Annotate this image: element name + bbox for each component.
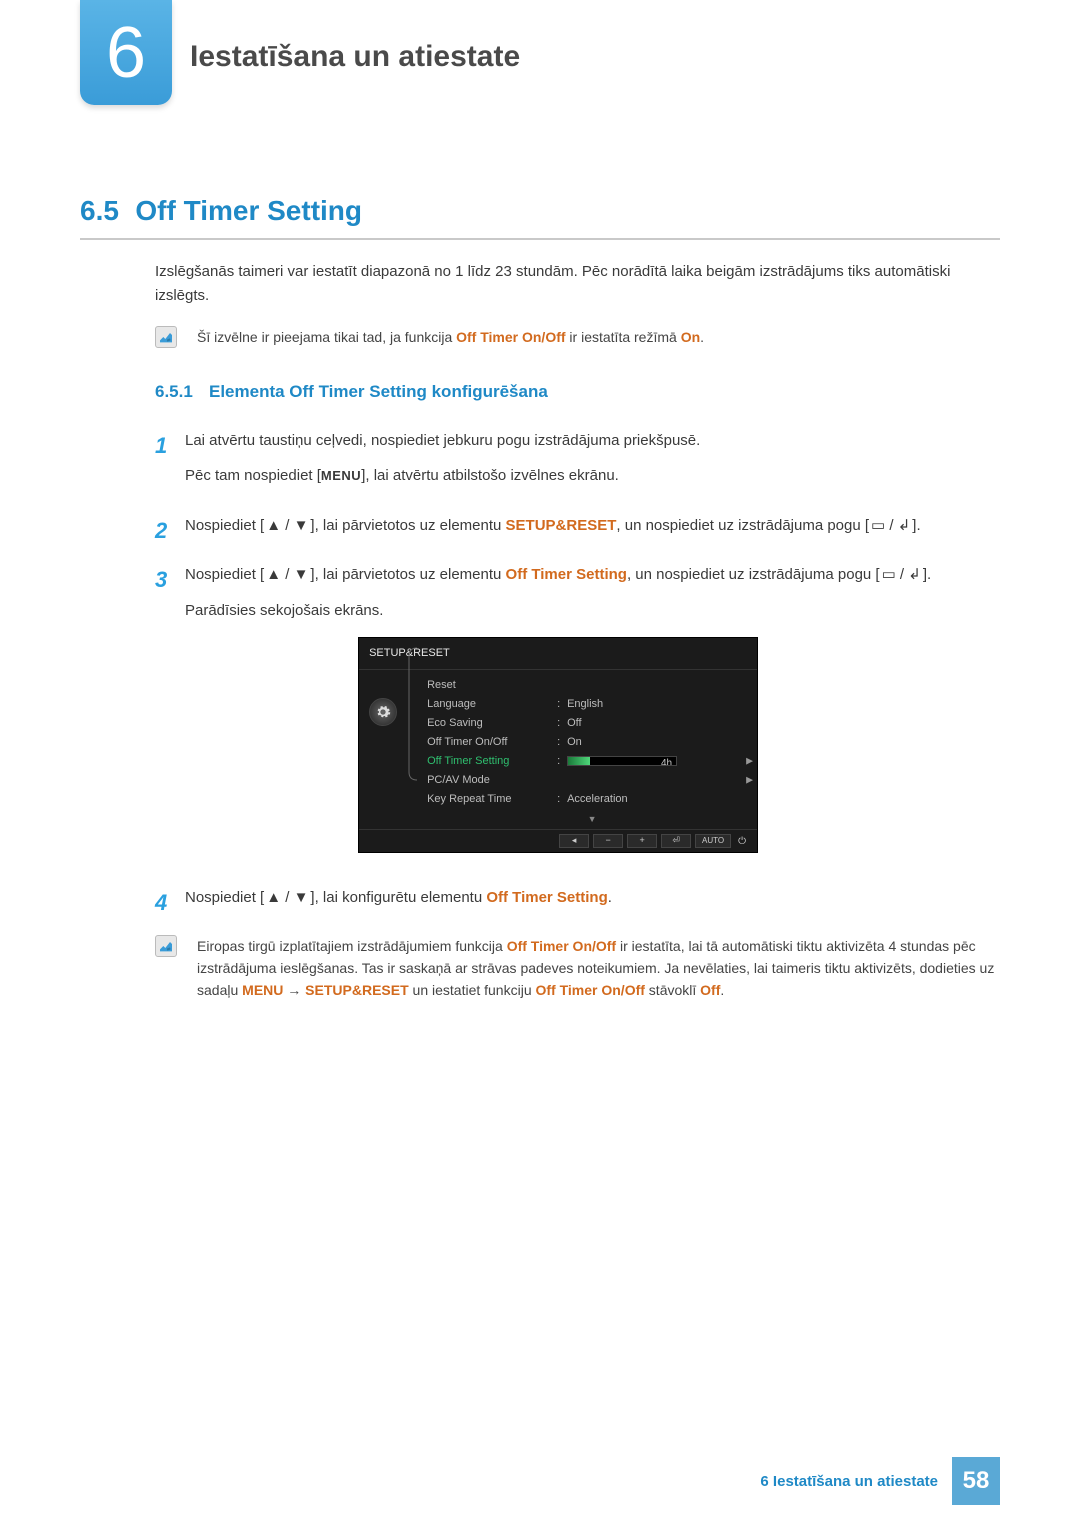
step-index: 1 <box>155 428 185 499</box>
osd-slider: 4h <box>567 756 677 766</box>
step-3: 3 Nospiediet [▲ / ▼], lai pārvietotos uz… <box>155 562 995 871</box>
menu-keyword: MENU <box>321 468 361 483</box>
osd-row: Language:English <box>427 695 757 714</box>
step-2: 2 Nospiediet [▲ / ▼], lai pārvietotos uz… <box>155 513 995 549</box>
step-index: 2 <box>155 513 185 549</box>
gear-icon <box>369 698 397 726</box>
body: Izslēgšanās taimeri var iestatīt diapazo… <box>155 260 995 1002</box>
osd-slider-fill <box>568 757 590 765</box>
step-text: Nospiediet [▲ / ▼], lai pārvietotos uz e… <box>185 562 931 871</box>
up-down-icon: ▲ / ▼ <box>264 891 310 905</box>
step-list: 1 Lai atvērtu taustiņu ceļvedi, nospiedi… <box>155 428 995 921</box>
note-availability: Šī izvēlne ir pieejama tikai tad, ja fun… <box>155 326 995 348</box>
chapter-number: 6 <box>106 17 146 89</box>
step-text: Lai atvērtu taustiņu ceļvedi, nospiediet… <box>185 428 700 499</box>
up-down-icon: ▲ / ▼ <box>264 568 310 582</box>
osd-bracket-icon <box>407 644 419 784</box>
caret-right-icon: ▶ <box>746 773 753 788</box>
osd-back-icon: ◂ <box>559 834 589 848</box>
chapter-title: Iestatīšana un atiestate <box>190 40 520 74</box>
note-text: Eiropas tirgū izplatītajiem izstrādājumi… <box>197 935 995 1002</box>
osd-screenshot: SETUP&RESET <box>358 637 758 853</box>
footer-chapter: 6 Iestatīšana un atiestate <box>760 1473 938 1490</box>
enter-source-icon: ▭ / ↲ <box>869 519 912 533</box>
osd-row: Eco Saving:Off <box>427 714 757 733</box>
enter-source-icon: ▭ / ↲ <box>880 568 923 582</box>
note-icon <box>155 935 177 957</box>
note-text: Šī izvēlne ir pieejama tikai tad, ja fun… <box>197 326 704 348</box>
subsection-heading: 6.5.1 Elementa Off Timer Setting konfigu… <box>155 378 995 405</box>
note-icon <box>155 326 177 348</box>
osd-power-icon: ⏻ <box>735 834 749 848</box>
osd-row: Off Timer On/Off:On <box>427 733 757 752</box>
chapter-tab: 6 <box>80 0 172 105</box>
page-footer: 6 Iestatīšana un atiestate 58 <box>760 1457 1000 1505</box>
osd-auto-button: AUTO <box>695 834 731 848</box>
step-4: 4 Nospiediet [▲ / ▼], lai konfigurētu el… <box>155 885 995 921</box>
osd-row-active: Off Timer Setting: 4h ▶ <box>427 752 757 771</box>
osd-row: Key Repeat Time:Acceleration <box>427 790 757 809</box>
osd-enter-icon: ⏎ <box>661 834 691 848</box>
osd-row: PC/AV Mode ▶ <box>427 771 757 790</box>
note-eu-regulation: Eiropas tirgū izplatītajiem izstrādājumi… <box>155 935 995 1002</box>
section-title: Off Timer Setting <box>135 195 362 226</box>
osd-more-icon: ▼ <box>427 809 757 827</box>
intro-text: Izslēgšanās taimeri var iestatīt diapazo… <box>155 260 995 308</box>
osd-footer: ◂ − + ⏎ AUTO ⏻ <box>359 829 757 852</box>
step-1: 1 Lai atvērtu taustiņu ceļvedi, nospiedi… <box>155 428 995 499</box>
subsection-number: 6.5.1 <box>155 382 193 401</box>
osd-sidebar <box>359 670 407 829</box>
section-divider <box>80 238 1000 240</box>
osd-minus-icon: − <box>593 834 623 848</box>
step-text: Nospiediet [▲ / ▼], lai konfigurētu elem… <box>185 885 612 921</box>
step-text: Nospiediet [▲ / ▼], lai pārvietotos uz e… <box>185 513 921 549</box>
caret-right-icon: ▶ <box>746 754 753 769</box>
up-down-icon: ▲ / ▼ <box>264 519 310 533</box>
step-index: 4 <box>155 885 185 921</box>
osd-slider-value: 4h <box>661 756 672 766</box>
subsection-title: Elementa Off Timer Setting konfigurēšana <box>209 382 548 401</box>
section-heading: 6.5 Off Timer Setting <box>80 195 1000 227</box>
footer-page-number: 58 <box>952 1457 1000 1505</box>
osd-row: Reset <box>427 676 757 695</box>
section-number: 6.5 <box>80 195 119 226</box>
step-index: 3 <box>155 562 185 871</box>
osd-plus-icon: + <box>627 834 657 848</box>
osd-menu: Reset Language:English Eco Saving:Off <box>407 670 757 829</box>
